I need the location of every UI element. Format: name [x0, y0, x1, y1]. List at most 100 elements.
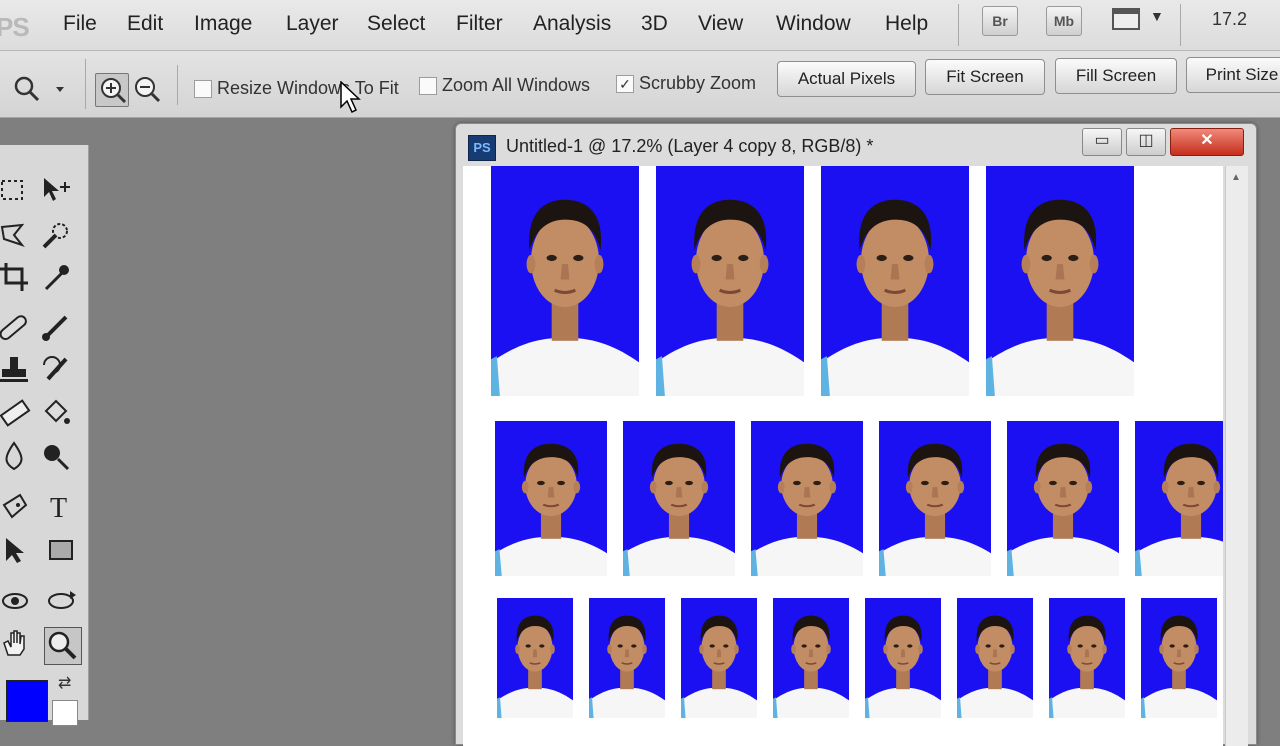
- eraser-tool[interactable]: [0, 397, 32, 429]
- foreground-color-swatch[interactable]: [6, 680, 48, 722]
- tools-panel: T ⇄: [0, 145, 89, 726]
- crop-tool[interactable]: [0, 261, 32, 293]
- passport-photo: [986, 166, 1134, 396]
- menu-3d[interactable]: 3D: [641, 12, 668, 36]
- menu-select[interactable]: Select: [367, 12, 425, 36]
- passport-photo: [1135, 421, 1223, 576]
- screen-mode-icon: [1112, 8, 1140, 30]
- photoshop-logo: PS: [0, 12, 30, 42]
- menu-separator: [1180, 4, 1181, 46]
- zoom-all-windows-label: Zoom All Windows: [442, 75, 591, 95]
- rectangle-tool[interactable]: [46, 535, 78, 567]
- magnifier-icon: [48, 631, 77, 660]
- passport-photo: [497, 598, 573, 718]
- menu-bar: PS File Edit Image Layer Select Filter A…: [0, 0, 1280, 51]
- document-title: Untitled-1 @ 17.2% (Layer 4 copy 8, RGB/…: [506, 136, 874, 156]
- paint-bucket-tool[interactable]: [40, 397, 72, 429]
- minimize-button[interactable]: ▭: [1082, 128, 1122, 156]
- 3d-orbit-icon: [48, 591, 76, 609]
- document-canvas[interactable]: [463, 166, 1223, 746]
- brush-tool[interactable]: [40, 311, 72, 343]
- path-selection-tool[interactable]: [0, 535, 32, 567]
- lasso-tool[interactable]: [0, 219, 32, 251]
- menu-layer[interactable]: Layer: [286, 12, 339, 36]
- mini-bridge-button[interactable]: Mb: [1046, 6, 1082, 36]
- zoom-out-button[interactable]: [130, 73, 162, 105]
- zoom-level-readout[interactable]: 17.2: [1212, 9, 1247, 30]
- passport-photo: [1049, 598, 1125, 718]
- passport-photo: [589, 598, 665, 718]
- passport-photo: [495, 421, 607, 576]
- close-button[interactable]: ✕: [1170, 128, 1244, 156]
- healing-brush-tool[interactable]: [0, 311, 32, 343]
- dodge-tool[interactable]: [40, 441, 72, 473]
- passport-photo: [656, 166, 804, 396]
- magnifier-icon: [14, 76, 64, 102]
- eraser-icon: [0, 399, 31, 427]
- zoom-out-icon: [135, 77, 161, 103]
- quick-selection-icon: [42, 223, 68, 249]
- pen-icon: [2, 493, 28, 519]
- history-brush-icon: [43, 356, 68, 381]
- swap-colors-icon[interactable]: ⇄: [58, 673, 71, 693]
- eyedropper-icon: [44, 265, 69, 291]
- zoom-all-windows-checkbox[interactable]: [419, 77, 437, 95]
- type-tool[interactable]: T: [46, 491, 78, 524]
- passport-photo: [773, 598, 849, 718]
- type-icon: T: [50, 493, 67, 524]
- passport-photo: [865, 598, 941, 718]
- quick-selection-tool[interactable]: [40, 219, 72, 251]
- fill-screen-button[interactable]: Fill Screen: [1055, 58, 1177, 94]
- hand-icon: [3, 630, 25, 656]
- background-color-swatch[interactable]: [52, 700, 78, 726]
- menu-view[interactable]: View: [698, 12, 743, 36]
- 3d-rotate-tool[interactable]: [0, 585, 32, 617]
- zoom-tool-preset[interactable]: [10, 73, 70, 108]
- dodge-icon: [44, 445, 70, 471]
- paint-bucket-icon: [44, 399, 70, 424]
- actual-pixels-button[interactable]: Actual Pixels: [777, 61, 916, 97]
- screen-mode-button[interactable]: [1110, 5, 1144, 33]
- bridge-button[interactable]: Br: [982, 6, 1018, 36]
- menu-filter[interactable]: Filter: [456, 12, 503, 36]
- pen-tool[interactable]: [0, 491, 32, 523]
- passport-photo: [1007, 421, 1119, 576]
- passport-photo: [751, 421, 863, 576]
- menu-edit[interactable]: Edit: [127, 12, 163, 36]
- clone-stamp-tool[interactable]: [0, 353, 32, 385]
- lasso-icon: [0, 223, 25, 248]
- menu-help[interactable]: Help: [885, 12, 928, 36]
- maximize-icon: ◫: [1138, 132, 1154, 149]
- passport-photo: [957, 598, 1033, 718]
- resize-windows-checkbox[interactable]: [194, 80, 212, 98]
- vertical-scrollbar[interactable]: ▲: [1225, 166, 1248, 746]
- hand-tool[interactable]: [0, 627, 32, 659]
- menu-window[interactable]: Window: [776, 12, 851, 36]
- blur-tool[interactable]: [0, 441, 32, 473]
- zoom-tool[interactable]: [44, 627, 82, 665]
- zoom-in-button[interactable]: [95, 73, 129, 107]
- zoom-in-icon: [101, 78, 127, 104]
- menu-analysis[interactable]: Analysis: [533, 12, 611, 36]
- rectangle-icon: [49, 540, 73, 560]
- passport-photo: [491, 166, 639, 396]
- scroll-up-icon[interactable]: ▲: [1231, 172, 1241, 183]
- passport-photo: [821, 166, 969, 396]
- marquee-icon: [1, 180, 23, 200]
- marquee-tool[interactable]: [0, 175, 32, 207]
- menu-separator: [958, 4, 959, 46]
- menu-image[interactable]: Image: [194, 12, 252, 36]
- fit-screen-button[interactable]: Fit Screen: [925, 59, 1045, 95]
- 3d-orbit-tool[interactable]: [46, 585, 78, 617]
- print-size-button[interactable]: Print Size: [1186, 57, 1280, 93]
- maximize-button[interactable]: ◫: [1126, 128, 1166, 156]
- eyedropper-tool[interactable]: [40, 261, 72, 293]
- scrubby-zoom-checkbox[interactable]: ✓: [616, 75, 634, 93]
- move-tool[interactable]: [40, 175, 72, 207]
- document-ps-icon: PS: [468, 135, 496, 161]
- history-brush-tool[interactable]: [40, 353, 72, 385]
- 3d-rotate-icon: [2, 593, 28, 609]
- chevron-down-icon[interactable]: ▼: [1150, 8, 1164, 24]
- menu-file[interactable]: File: [63, 12, 97, 36]
- options-bar: Resize Windows To Fit Zoom All Windows ✓…: [0, 51, 1280, 118]
